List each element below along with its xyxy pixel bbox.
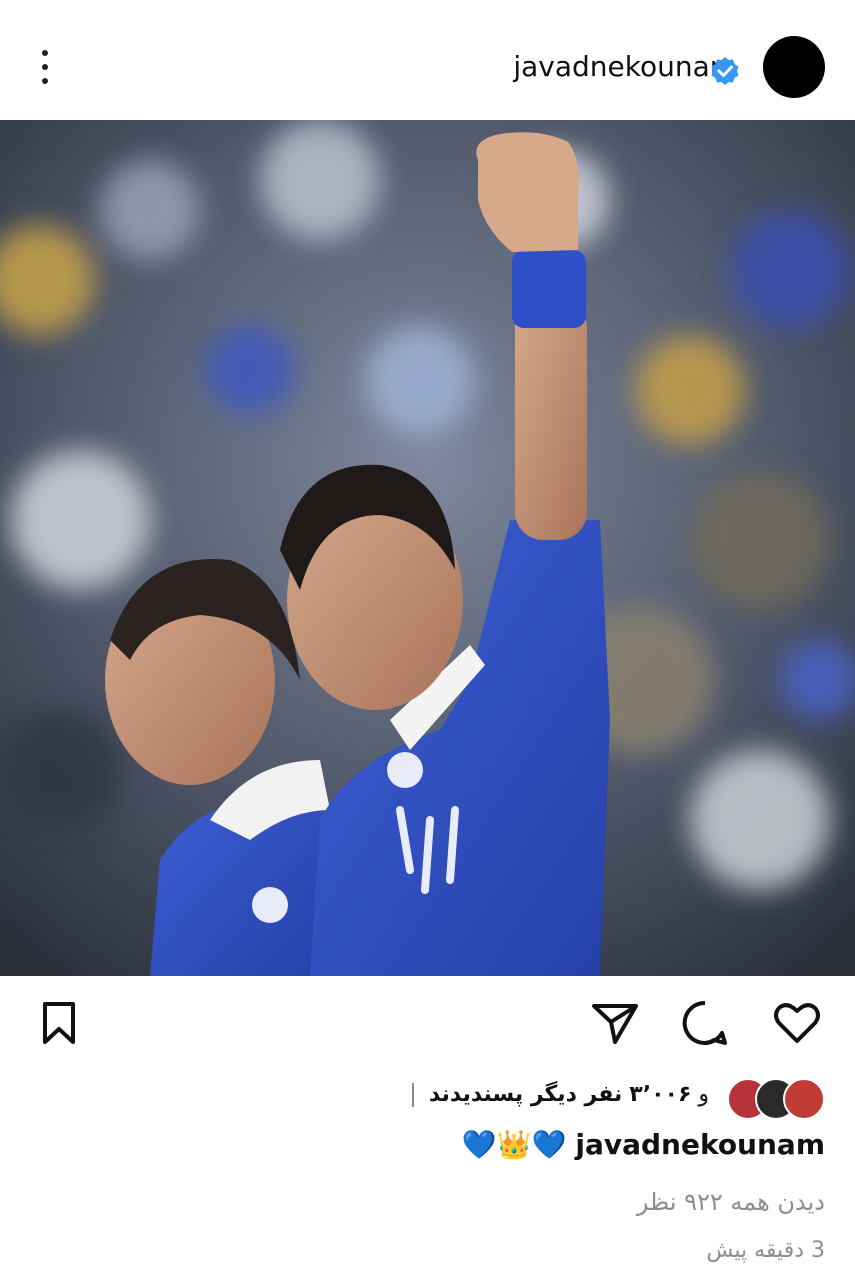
view-all-comments[interactable]: دیدن همه ۹۲۲ نظر: [637, 1188, 825, 1216]
likes-count[interactable]: ۳٬۰۰۶: [629, 1082, 691, 1107]
likes-text: و ۳٬۰۰۶ نفر دیگر پسندیدند: [411, 1082, 709, 1107]
post-author-username[interactable]: javadnekounam: [513, 50, 737, 83]
post-header: javadnekounam: [0, 0, 855, 120]
liker-avatars: [727, 1078, 825, 1120]
text-cursor: [411, 1083, 414, 1107]
author-avatar[interactable]: [763, 36, 825, 98]
post-photo-art: [0, 120, 855, 976]
caption-username[interactable]: javadnekounam: [575, 1128, 825, 1161]
send-icon[interactable]: [588, 996, 642, 1050]
post-timestamp: 3 دقیقه پیش: [706, 1238, 825, 1263]
post-action-bar: [0, 976, 855, 1072]
more-options-button[interactable]: [28, 44, 62, 90]
likes-prefix: و: [698, 1082, 709, 1107]
post-caption: 💙👑💙 javadnekounam: [462, 1128, 825, 1161]
comment-icon[interactable]: [678, 996, 732, 1050]
verified-badge-icon: [711, 57, 739, 85]
bookmark-icon[interactable]: [32, 996, 86, 1050]
post-photo[interactable]: [0, 120, 855, 976]
caption-text: 💙👑💙: [461, 1128, 567, 1161]
likes-summary[interactable]: و ۳٬۰۰۶ نفر دیگر پسندیدند: [0, 1072, 855, 1124]
likes-suffix: نفر دیگر پسندیدند: [428, 1082, 623, 1107]
heart-icon[interactable]: [770, 996, 824, 1050]
more-vertical-icon: [42, 50, 48, 56]
liker-avatar: [783, 1078, 825, 1120]
